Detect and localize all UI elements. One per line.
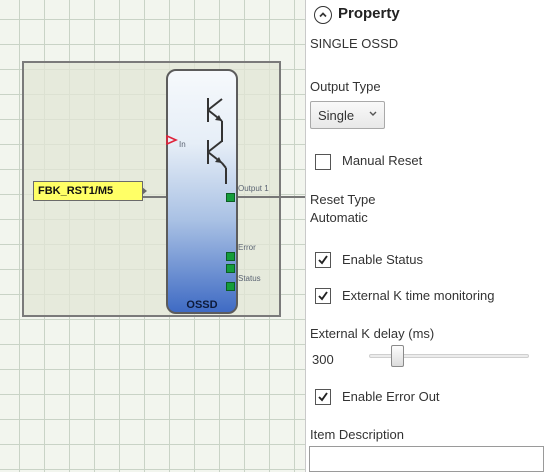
chevron-down-icon xyxy=(369,111,377,116)
fbk-input-block[interactable]: FBK_RST1/M5 xyxy=(33,181,147,201)
status-port-2[interactable] xyxy=(226,282,235,291)
pin-label-status: Status xyxy=(238,274,261,283)
input-arrow-icon xyxy=(166,135,178,145)
ext-k-delay-label: External K delay (ms) xyxy=(310,326,435,341)
input-connector-line xyxy=(143,196,167,198)
item-description-label: Item Description xyxy=(310,427,404,442)
pin-label-output: Output 1 xyxy=(238,184,269,193)
pin-label-error: Error xyxy=(238,243,256,252)
error-port[interactable] xyxy=(226,252,235,261)
enable-error-out-label: Enable Error Out xyxy=(342,389,440,404)
fbk-input-label: FBK_RST1/M5 xyxy=(38,185,114,197)
property-panel: Property SINGLE OSSD Output Type Single … xyxy=(305,0,550,472)
ext-k-time-label: External K time monitoring xyxy=(342,288,495,303)
output-port[interactable] xyxy=(226,193,235,202)
item-description-input[interactable] xyxy=(309,446,544,472)
reset-type-value: Automatic xyxy=(310,210,368,225)
checkmark-icon xyxy=(318,291,328,301)
output-type-select[interactable]: Single xyxy=(310,101,385,129)
manual-reset-checkbox[interactable] xyxy=(315,154,331,170)
output-type-label: Output Type xyxy=(310,79,381,94)
transistor-symbol-icon xyxy=(207,98,227,184)
pin-label-in: In xyxy=(179,140,186,149)
output-connector-line xyxy=(237,196,305,198)
ext-k-delay-value: 300 xyxy=(312,352,334,367)
ossd-block-title: OSSD xyxy=(186,299,218,311)
enable-status-checkbox[interactable] xyxy=(315,252,331,268)
ext-k-time-checkbox[interactable] xyxy=(315,288,331,304)
ext-k-delay-slider-thumb[interactable] xyxy=(391,345,404,367)
panel-header-title: Property xyxy=(338,5,400,22)
diagram-canvas[interactable]: FBK_RST1/M5 OSSD In Output 1 Error Statu… xyxy=(0,0,305,472)
status-port-1[interactable] xyxy=(226,264,235,273)
checkmark-icon xyxy=(318,255,328,265)
enable-status-label: Enable Status xyxy=(342,252,423,267)
block-name: SINGLE OSSD xyxy=(310,36,399,51)
output-type-value: Single xyxy=(318,108,355,123)
manual-reset-label: Manual Reset xyxy=(342,153,423,168)
collapse-up-icon[interactable] xyxy=(314,6,332,24)
reset-type-label: Reset Type xyxy=(310,192,376,207)
enable-error-out-checkbox[interactable] xyxy=(315,389,331,405)
checkmark-icon xyxy=(318,392,328,402)
